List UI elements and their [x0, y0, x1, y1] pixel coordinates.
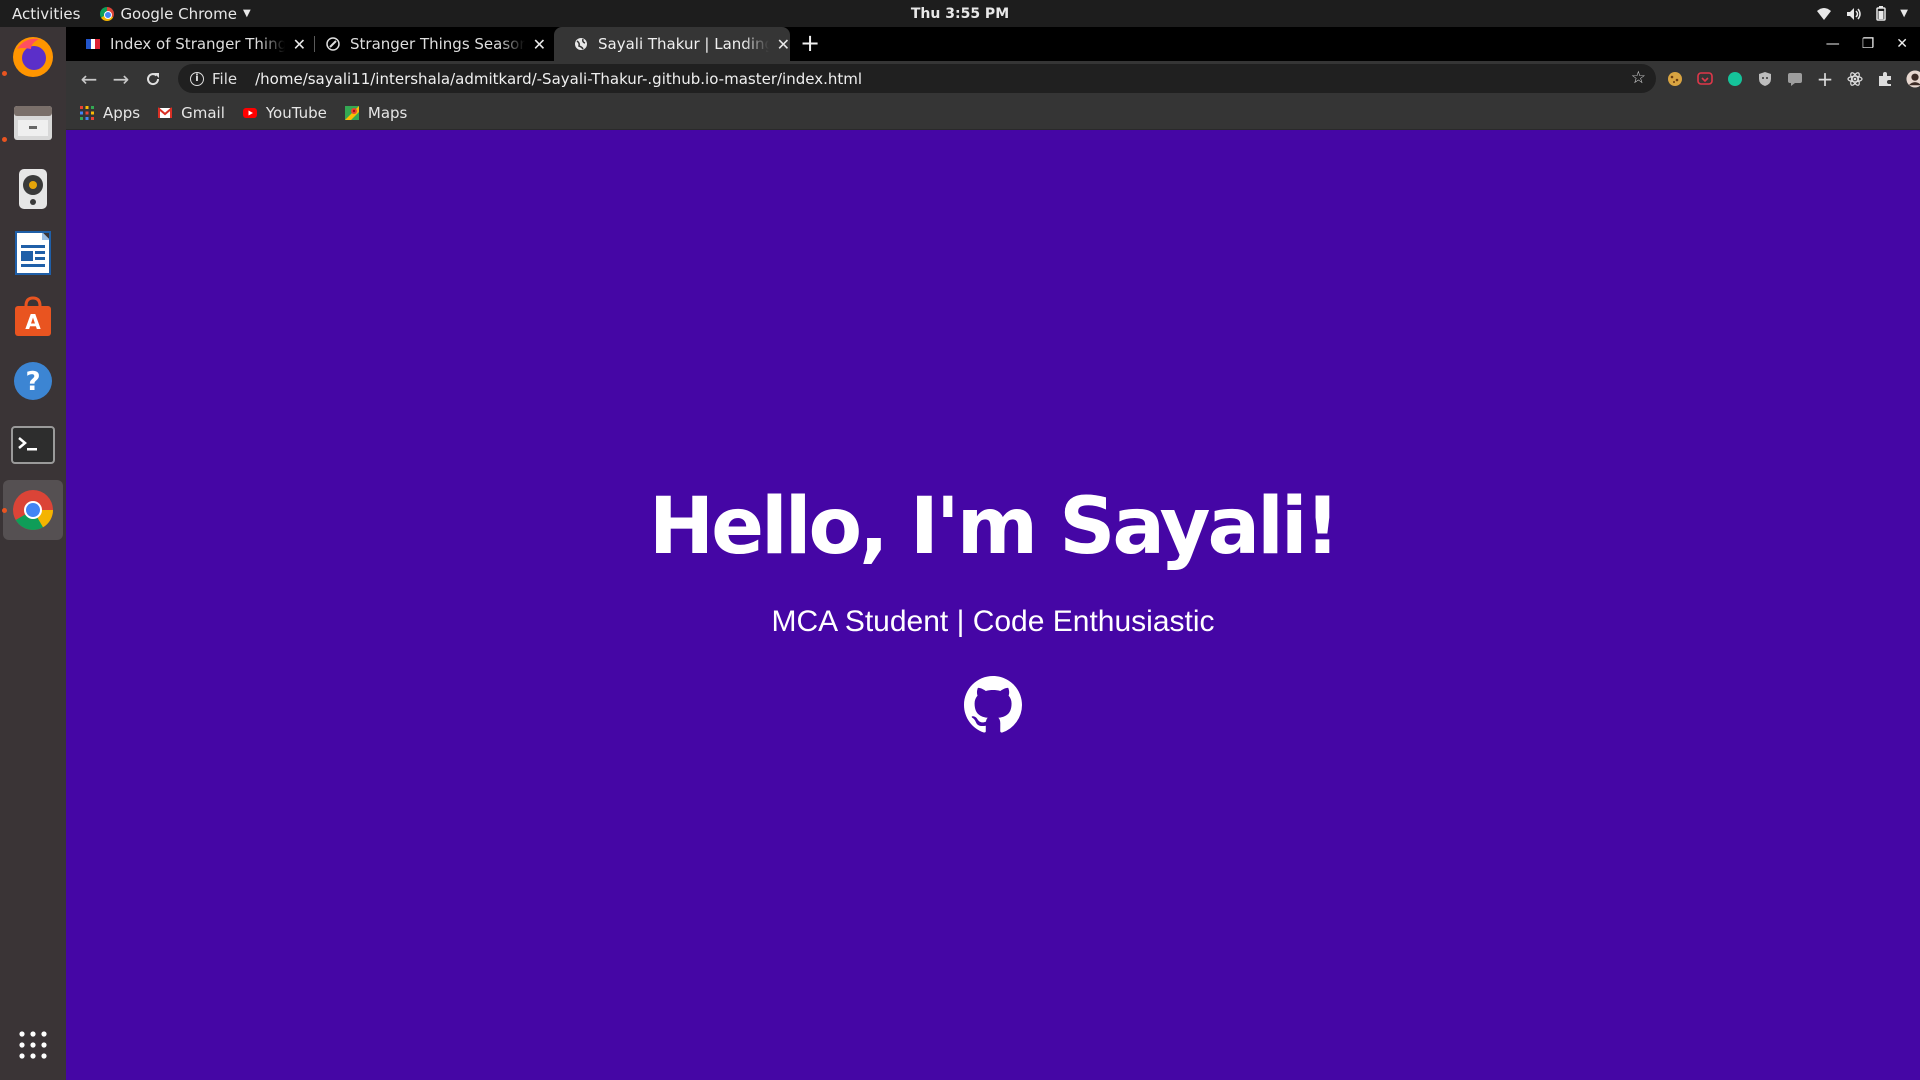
url-text[interactable]: /home/sayali11/intershala/admitkard/-Say… — [255, 70, 862, 88]
close-icon[interactable]: ✕ — [293, 35, 306, 54]
ubuntu-dock: A ? — [0, 27, 66, 1080]
chrome-window: Index of Stranger Things ✕ Stranger Thin… — [66, 27, 1920, 1080]
dock-firefox[interactable] — [9, 33, 57, 81]
back-button[interactable]: ← — [74, 61, 104, 96]
react-devtools-extension-icon[interactable] — [1846, 70, 1864, 88]
reload-button[interactable] — [138, 61, 168, 96]
tab-title: Sayali Thakur | Landing Page — [598, 35, 769, 53]
close-window-icon[interactable]: ✕ — [1896, 36, 1908, 52]
minimize-icon[interactable]: — — [1826, 36, 1840, 52]
firefox-icon — [13, 37, 53, 77]
restore-icon[interactable]: ❐ — [1862, 36, 1875, 52]
app-menu-label: Google Chrome — [120, 4, 237, 23]
dock-chrome[interactable] — [3, 480, 63, 540]
bookmark-label: Gmail — [181, 103, 225, 122]
gnome-top-bar: Activities Google Chrome ▼ Thu 3:55 PM ▼ — [0, 0, 1920, 27]
bookmark-label: Apps — [103, 103, 141, 122]
file-cabinet-icon — [14, 106, 52, 140]
bookmark-gmail[interactable]: Gmail — [158, 104, 225, 122]
close-icon[interactable]: ✕ — [777, 35, 790, 54]
system-menu-chevron-icon: ▼ — [1900, 8, 1908, 19]
tab-stranger-things-season[interactable]: Stranger Things Season 1 ✕ — [306, 27, 546, 61]
chevron-down-icon: ▼ — [242, 8, 251, 19]
flag-favicon-icon — [86, 39, 100, 49]
page-subtitle: MCA Student | Code Enthusiastic — [771, 605, 1215, 638]
bookmark-maps[interactable]: Maps — [344, 103, 408, 122]
landing-page-content: Hello, I'm Sayali! MCA Student | Code En… — [66, 130, 1920, 1080]
dock-terminal[interactable] — [9, 421, 57, 469]
github-link[interactable] — [963, 675, 1023, 735]
terminal-icon — [11, 426, 55, 464]
forward-button[interactable]: → — [106, 61, 136, 96]
svg-text:?: ? — [25, 367, 40, 397]
tab-strip: Index of Stranger Things ✕ Stranger Thin… — [66, 27, 1920, 61]
github-icon — [964, 676, 1022, 733]
tab-landing-page[interactable]: Sayali Thakur | Landing Page ✕ — [554, 27, 790, 61]
tab-title: Index of Stranger Things — [110, 35, 285, 53]
bookmark-label: YouTube — [265, 103, 327, 122]
running-indicator — [2, 137, 7, 142]
bookmark-youtube[interactable]: YouTube — [242, 103, 327, 122]
profile-avatar[interactable] — [1906, 69, 1920, 88]
bookmark-label: Maps — [367, 103, 408, 122]
plus-extension-icon[interactable]: + — [1816, 67, 1834, 91]
show-applications-button[interactable] — [9, 1021, 57, 1069]
chat-extension-icon[interactable] — [1786, 70, 1804, 88]
url-scheme-label: File — [212, 69, 238, 88]
page-title: Hello, I'm Sayali! — [648, 482, 1340, 572]
speaker-icon — [19, 169, 47, 209]
help-icon: ? — [14, 362, 52, 400]
software-bag-icon: A — [15, 296, 51, 336]
dock-writer[interactable] — [9, 229, 57, 277]
clock[interactable]: Thu 3:55 PM — [911, 6, 1009, 22]
arrow-right-icon: → — [112, 66, 130, 91]
apps-grid-icon — [19, 1031, 47, 1059]
dock-files[interactable] — [9, 99, 57, 147]
address-bar[interactable]: i File /home/sayali11/intershala/admitka… — [178, 64, 1656, 93]
arrow-left-icon: ← — [80, 66, 98, 91]
youtube-icon — [242, 107, 257, 118]
tab-stranger-things-index[interactable]: Index of Stranger Things ✕ — [66, 27, 306, 61]
chrome-icon — [100, 6, 115, 21]
dock-help[interactable]: ? — [9, 357, 57, 405]
volume-icon — [1847, 7, 1862, 20]
running-indicator — [2, 508, 7, 513]
cookie-extension-icon[interactable] — [1666, 70, 1684, 88]
gmail-icon — [158, 106, 173, 118]
info-icon[interactable]: i — [190, 71, 204, 86]
close-icon[interactable]: ✕ — [533, 35, 546, 54]
bookmark-apps[interactable]: Apps — [80, 104, 140, 122]
chrome-icon — [13, 490, 53, 530]
globe-favicon-icon — [575, 38, 587, 50]
maps-icon — [344, 105, 359, 120]
pocket-extension-icon[interactable] — [1696, 70, 1714, 88]
new-tab-button[interactable]: + — [800, 27, 820, 61]
apps-grid-icon — [80, 105, 94, 120]
svg-text:A: A — [25, 310, 41, 334]
dock-rhythmbox[interactable] — [9, 165, 57, 213]
battery-icon — [1876, 6, 1887, 21]
system-tray[interactable]: ▼ — [1816, 0, 1908, 27]
window-controls: — ❐ ✕ — [1826, 27, 1920, 61]
puzzle-extensions-icon[interactable] — [1876, 70, 1894, 88]
wifi-icon — [1817, 7, 1832, 20]
browser-toolbar: ← → i File /home/sayali11/intershala/adm… — [66, 61, 1920, 96]
running-indicator — [2, 71, 7, 76]
shield-extension-icon[interactable] — [1756, 70, 1774, 88]
app-menu[interactable]: Google Chrome ▼ — [100, 4, 251, 23]
reload-icon — [147, 72, 160, 85]
activities-button[interactable]: Activities — [12, 5, 80, 23]
tab-title: Stranger Things Season 1 — [350, 35, 525, 53]
extensions-area: + ⋮ — [1666, 61, 1920, 96]
document-writer-icon — [15, 231, 51, 275]
bookmarks-bar: Apps Gmail YouTube Maps — [66, 96, 1920, 130]
grammarly-extension-icon[interactable] — [1726, 70, 1744, 88]
torrent-favicon-icon — [326, 37, 340, 51]
bookmark-star-icon[interactable]: ☆ — [1631, 68, 1646, 88]
dock-software[interactable]: A — [9, 293, 57, 341]
